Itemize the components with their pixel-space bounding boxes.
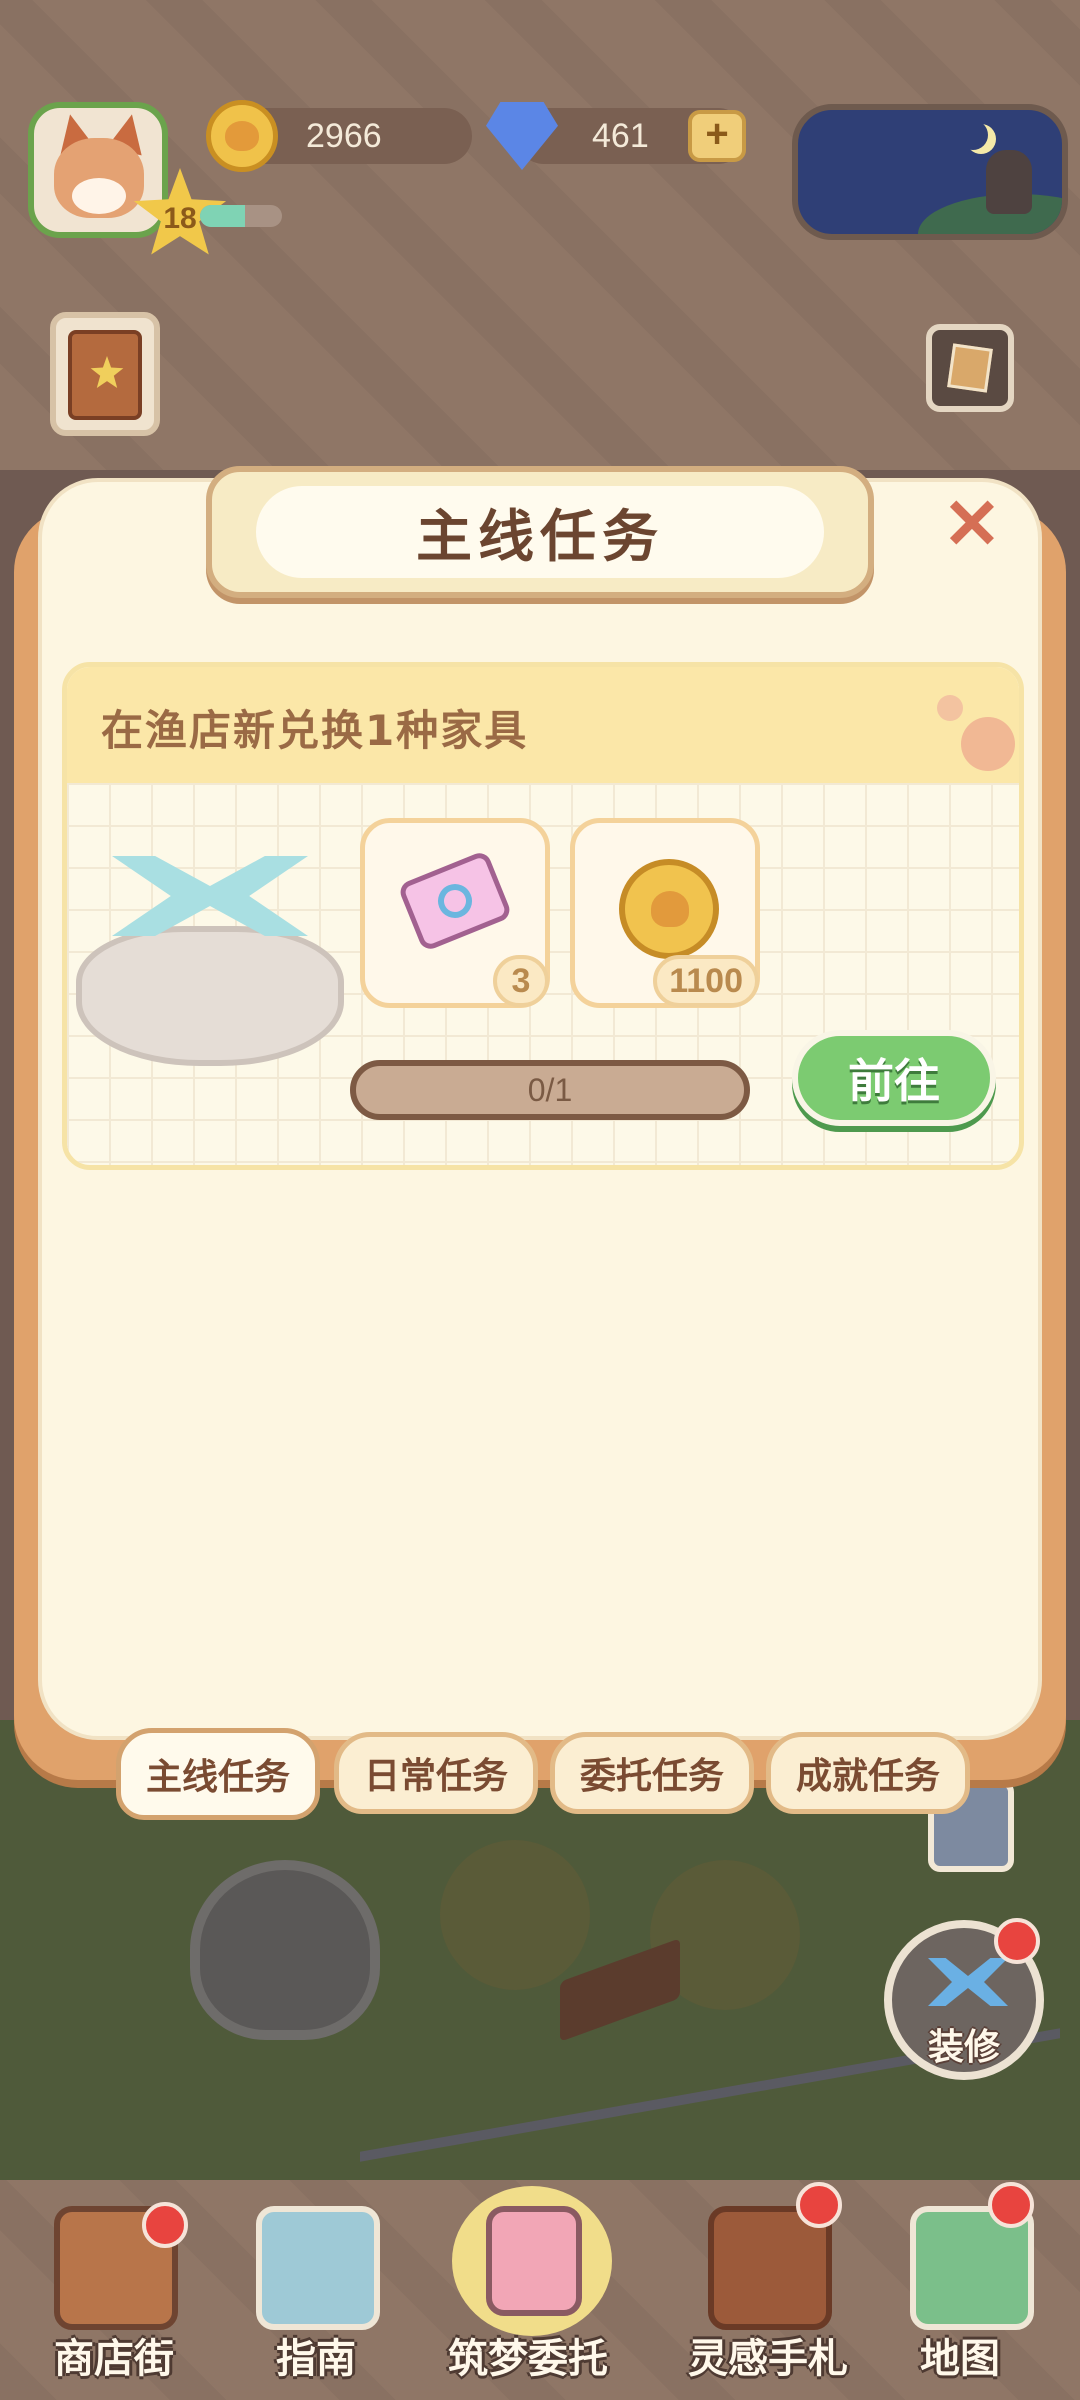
quest-progress-text: 0/1 xyxy=(527,1072,573,1108)
furniture-base xyxy=(76,926,344,1066)
xp-progress-fill xyxy=(200,205,246,227)
gold-coin-icon xyxy=(619,859,719,959)
reward-quantity: 3 xyxy=(493,955,549,1007)
weather-time-panel[interactable] xyxy=(792,104,1068,240)
tab-achievement-quest[interactable]: 成就任务 xyxy=(766,1732,970,1814)
go-button-label: 前往 xyxy=(848,1054,940,1108)
coin-icon xyxy=(206,100,278,172)
tab-label: 委托任务 xyxy=(579,1756,724,1797)
shiba-muzzle xyxy=(72,178,126,214)
box-icon xyxy=(947,343,993,393)
storage-box-button[interactable] xyxy=(926,324,1014,412)
nav-dream-commission[interactable]: 筑梦委托 xyxy=(428,2186,628,2386)
collection-book-button[interactable] xyxy=(50,312,160,436)
panel-title-banner: 主线任务 xyxy=(206,466,874,598)
panel-title: 主线任务 xyxy=(416,504,664,570)
nav-shop-street[interactable]: 商店街 xyxy=(14,2186,214,2386)
nav-label: 指南 xyxy=(276,2336,356,2382)
hearts-decoration-icon xyxy=(937,687,1017,771)
quest-title: 在渔店新兑换1种家具 xyxy=(101,706,529,755)
nav-map[interactable]: 地图 xyxy=(870,2182,1070,2386)
nav-inspiration-journal[interactable]: 灵感手札 xyxy=(668,2182,868,2386)
moon-icon xyxy=(958,120,988,150)
notification-dot xyxy=(994,1918,1040,1964)
reward-item[interactable]: 3 xyxy=(360,818,550,1008)
quest-progress-bar: 0/1 xyxy=(350,1060,750,1120)
decorate-label: 装修 xyxy=(927,2027,1000,2068)
cat-silhouette xyxy=(986,150,1032,214)
quest-header: 在渔店新兑换1种家具 xyxy=(67,667,1019,783)
furniture-preview-icon xyxy=(76,826,344,1076)
notification-dot xyxy=(142,2202,188,2248)
go-button[interactable]: 前往 xyxy=(792,1030,996,1126)
nav-label: 地图 xyxy=(920,2336,1000,2382)
tab-main-quest[interactable]: 主线任务 xyxy=(116,1728,320,1820)
guide-icon xyxy=(256,2206,380,2330)
avatar[interactable] xyxy=(28,102,168,238)
tab-label: 成就任务 xyxy=(795,1756,940,1797)
nav-label: 筑梦委托 xyxy=(448,2336,608,2382)
notebook-cover xyxy=(486,2206,582,2316)
close-button[interactable]: ✕ xyxy=(940,489,1004,559)
decorate-icon xyxy=(928,1958,1008,2006)
gem-amount: 461 xyxy=(592,117,649,155)
exchange-ticket-icon xyxy=(397,849,513,953)
reward-quantity: 1100 xyxy=(653,955,759,1007)
xp-progress-bar xyxy=(200,205,282,227)
player-avatar-area[interactable]: 18 xyxy=(14,96,227,255)
tab-daily-quest[interactable]: 日常任务 xyxy=(334,1732,538,1814)
coin-amount: 2966 xyxy=(306,117,382,155)
panel-title-plate: 主线任务 xyxy=(256,486,824,578)
player-level: 18 xyxy=(163,202,197,235)
notification-dot xyxy=(988,2182,1034,2228)
nav-guide[interactable]: 指南 xyxy=(216,2186,416,2386)
bush xyxy=(440,1840,590,1990)
tab-commission-quest[interactable]: 委托任务 xyxy=(550,1732,754,1814)
tab-label: 主线任务 xyxy=(145,1757,290,1798)
tab-label: 日常任务 xyxy=(363,1756,508,1797)
add-gems-button[interactable]: + xyxy=(688,110,746,162)
notification-dot xyxy=(796,2182,842,2228)
reward-item[interactable]: 1100 xyxy=(570,818,760,1008)
stone-well xyxy=(190,1860,380,2040)
